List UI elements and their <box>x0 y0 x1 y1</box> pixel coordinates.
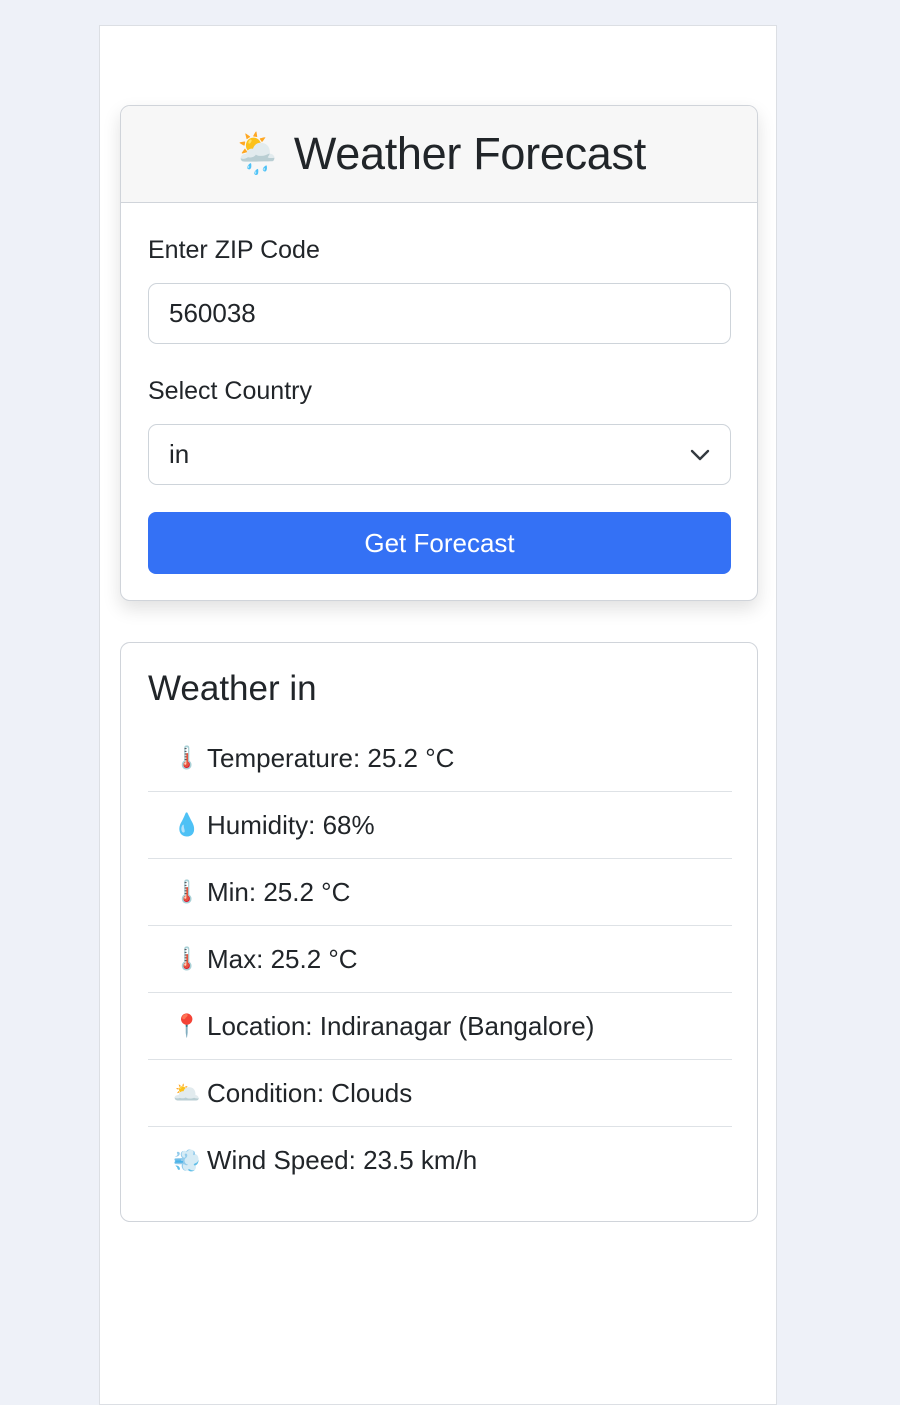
list-item-text: Min: 25.2 °C <box>207 876 351 907</box>
list-item-text: Wind Speed: 23.5 km/h <box>207 1145 478 1175</box>
thermometer-icon: 🌡️ <box>173 745 201 770</box>
list-item: 💨 Wind Speed: 23.5 km/h <box>148 1127 732 1194</box>
zip-input-value: 560038 <box>169 298 256 328</box>
list-item-text: Humidity: 68% <box>207 809 375 840</box>
wind-icon: 💨 <box>173 1147 201 1173</box>
weather-icon: 🌦️ <box>232 132 282 176</box>
droplet-icon: 💧 <box>173 812 201 837</box>
list-item: 📍 Location: Indiranagar (Bangalore) <box>148 993 732 1060</box>
card-header: 🌦️ Weather Forecast <box>121 106 757 203</box>
forecast-form-card: 🌦️ Weather Forecast Enter ZIP Code 56003… <box>120 105 758 601</box>
list-item: 🌡️ Min: 25.2 °C <box>148 859 732 926</box>
zip-input[interactable]: 560038 <box>148 283 731 344</box>
list-item-text: Location: Indiranagar (Bangalore) <box>207 1010 595 1041</box>
zip-label: Enter ZIP Code <box>148 236 320 264</box>
thermometer-icon: 🌡️ <box>173 946 201 971</box>
list-item: 🌥️ Condition: Clouds <box>148 1060 732 1127</box>
result-title: Weather in <box>148 669 317 708</box>
country-select[interactable]: in <box>148 424 731 485</box>
chevron-down-icon <box>690 449 710 460</box>
list-item: 🌡️ Max: 25.2 °C <box>148 926 732 993</box>
list-item-text: Max: 25.2 °C <box>207 943 358 974</box>
sun-cloud-icon: 🌥️ <box>173 1080 201 1105</box>
list-item-text: Temperature: 25.2 °C <box>207 742 455 773</box>
thermometer-icon: 🌡️ <box>173 879 201 904</box>
pin-icon: 📍 <box>173 1013 201 1038</box>
weather-details-list: 🌡️ Temperature: 25.2 °C 💧 Humidity: 68% 🌡️ Mi… <box>148 725 732 1194</box>
page-title: Weather Forecast <box>293 128 646 179</box>
list-item: 🌡️ Temperature: 25.2 °C <box>148 725 732 792</box>
weather-result-card: Weather in 🌡️ Temperature: 25.2 °C 💧 Humidi… <box>120 642 758 1222</box>
country-label: Select Country <box>148 377 312 405</box>
list-item-text: Condition: Clouds <box>207 1077 413 1108</box>
page-container: 🌦️ Weather Forecast Enter ZIP Code 56003… <box>99 25 777 1405</box>
list-item: 💧 Humidity: 68% <box>148 792 732 859</box>
country-select-value: in <box>169 439 190 469</box>
get-forecast-button[interactable]: Get Forecast <box>148 512 731 574</box>
